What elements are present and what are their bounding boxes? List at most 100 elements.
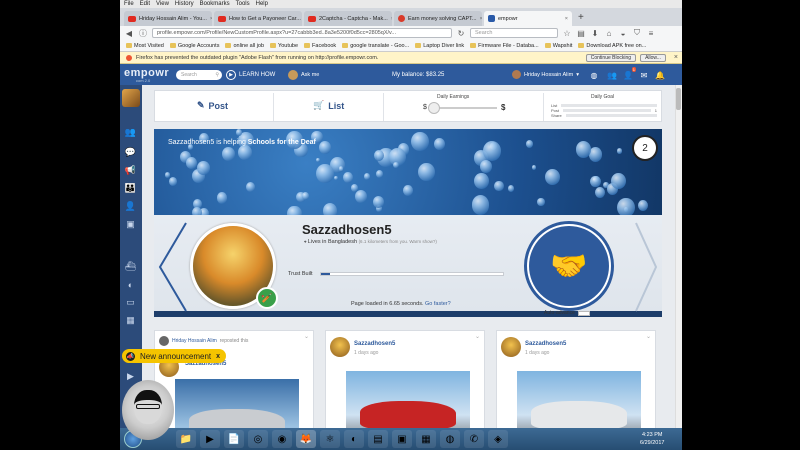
menu-view[interactable]: View [156,1,169,7]
handshake-button[interactable]: 🤝 [524,221,614,311]
terminal-icon[interactable]: ▣ [392,430,412,448]
tab-youtube-3[interactable]: 2Captcha - Captcha - Mak...× [304,11,392,26]
card-author[interactable]: Sazzadhosen5 [354,341,395,347]
bell-icon[interactable]: 🔔 [654,69,666,81]
earnings-slider-knob[interactable] [428,102,441,114]
continue-blocking-button[interactable]: Continue Blocking [585,53,637,62]
card-menu-icon[interactable]: ⌄ [646,333,651,340]
menu-edit[interactable]: Edit [140,1,150,7]
banner-helper[interactable]: Sazzadhosen5 [168,139,214,146]
auto-advance-toggle[interactable]: Auto-advance [544,310,590,316]
feed-card[interactable]: ⌄ Sazzadhosen5 1 days ago [496,330,656,428]
card-menu-icon[interactable]: ⌄ [475,333,480,340]
banner-cause[interactable]: Schools for the Deaf [248,139,316,146]
close-icon[interactable]: × [479,16,482,22]
group-icon[interactable]: 👪 [124,183,137,194]
reload-icon[interactable]: ↻ [456,29,466,38]
avatar[interactable] [330,337,350,357]
imo-icon[interactable]: ◍ [440,430,460,448]
menu-help[interactable]: Help [256,1,268,7]
close-icon[interactable]: × [565,16,568,22]
document-icon[interactable]: 📄 [224,430,244,448]
tab-youtube-1[interactable]: Hriday Hossain Alim - You... × [124,11,212,26]
menu-history[interactable]: History [175,1,194,7]
post-button[interactable]: ✎ Post [197,100,228,111]
close-icon[interactable]: × [670,54,682,61]
screen-recorder-icon[interactable]: ▤ [368,430,388,448]
tab-captcha[interactable]: Earn money solving CAPT... × [394,11,482,26]
tab-empowr[interactable]: empowr × [484,11,572,26]
user-icon[interactable]: 👤 [124,201,137,212]
scrollbar-thumb[interactable] [676,88,681,110]
close-icon[interactable]: × [210,16,212,22]
file-explorer-icon[interactable]: 📁 [176,430,196,448]
card-icon[interactable]: ▭ [124,297,137,308]
menu-tools[interactable]: Tools [236,1,250,7]
media-player-icon[interactable]: ▶ [200,430,220,448]
card-image[interactable] [346,371,470,428]
card-author[interactable]: Sazzadhosen5 [525,341,566,347]
app-icon[interactable]: ⚛ [320,430,340,448]
friends-icon[interactable]: 👤 1 [622,67,636,81]
info-icon[interactable]: ⓘ [138,28,148,39]
people-icon[interactable]: 👥 [124,127,137,138]
bookmark-item[interactable]: Download APK free on... [578,43,646,49]
previous-arrow-icon[interactable] [156,221,190,313]
site-search-input[interactable]: Search ⚲ [176,70,222,80]
download-icon[interactable]: ⬇ [590,29,600,38]
pocket-icon[interactable]: ◒ [618,29,628,38]
card-menu-icon[interactable]: ⌄ [304,333,309,340]
hamburger-menu-icon[interactable]: ≡ [646,29,656,38]
url-bar[interactable]: profile.empowr.com/Profile/NewCustomProf… [152,28,452,38]
reposter-name[interactable]: Hriday Hossain Alim [172,338,217,344]
skype-icon[interactable]: ◎ [248,430,268,448]
scrollbar[interactable] [675,85,682,428]
back-icon[interactable]: ◀ [124,29,134,38]
balance-text[interactable]: My balance: $83.25 [392,72,444,78]
photos-icon[interactable]: ▦ [416,430,436,448]
vpn-icon[interactable]: ◈ [488,430,508,448]
learn-how-button[interactable]: ▶ LEARN HOW [226,69,275,81]
browser-search-input[interactable]: Search [470,28,558,38]
card-image[interactable] [517,371,641,428]
avatar[interactable] [501,337,521,357]
new-tab-icon[interactable]: + [578,12,584,23]
reader-icon[interactable]: ▤ [576,29,586,38]
ship-icon[interactable]: ⛴ [124,261,137,272]
toggle-switch[interactable] [577,310,590,316]
user-menu[interactable]: Hriday Hossain Alim ▾ [512,70,579,79]
close-icon[interactable]: × [391,16,392,22]
bookmark-item[interactable]: Firmware File - Databa... [470,43,539,49]
chat-icon[interactable]: 💬 [124,147,137,158]
list-button[interactable]: 🛒 List [313,100,344,111]
chrome-icon[interactable]: ◉ [272,430,292,448]
go-faster-link[interactable]: Go faster? [425,301,451,307]
video-icon[interactable]: ▶ [124,371,137,382]
tab-youtube-2[interactable]: How to Get a Payoneer Car...× [214,11,302,26]
bookmark-item[interactable]: online all job [225,43,264,49]
megaphone-icon[interactable]: 📢 [124,165,137,176]
earnings-slider-track[interactable] [431,107,497,109]
feed-card[interactable]: ⌄ Sazzadhosen5 1 days ago [325,330,485,428]
allow-button[interactable]: Allow... [640,53,666,62]
badge-icon[interactable]: ◐ [124,279,137,290]
briefcase-icon[interactable]: ▦ [124,315,137,326]
close-icon[interactable]: x [216,353,220,360]
chat-icon[interactable]: ✉ [638,69,650,81]
bookmark-item[interactable]: Facebook [304,43,336,49]
firefox-icon[interactable]: 🦊 [296,430,316,448]
people-icon[interactable]: 👥 [606,69,618,81]
bookmark-item[interactable]: Google Accounts [170,43,220,49]
next-arrow-icon[interactable] [634,221,660,313]
menu-bookmarks[interactable]: Bookmarks [200,1,230,7]
bookmark-item[interactable]: Laptop Diver link [415,43,464,49]
ask-me-button[interactable]: Ask me [288,69,319,81]
shield-icon[interactable]: ⛉ [632,28,642,38]
bookmark-item[interactable]: google translate - Goo... [342,43,409,49]
card-image[interactable] [175,379,299,428]
feed-card[interactable]: Hriday Hossain Alim reposted this ⌄ Sazza… [154,330,314,428]
cause-count-badge[interactable]: 2 [632,135,658,161]
system-clock[interactable]: 4:23 PM 6/29/2017 [640,431,664,447]
bookmark-item[interactable]: Most Visited [126,43,164,49]
menu-file[interactable]: File [124,1,134,7]
